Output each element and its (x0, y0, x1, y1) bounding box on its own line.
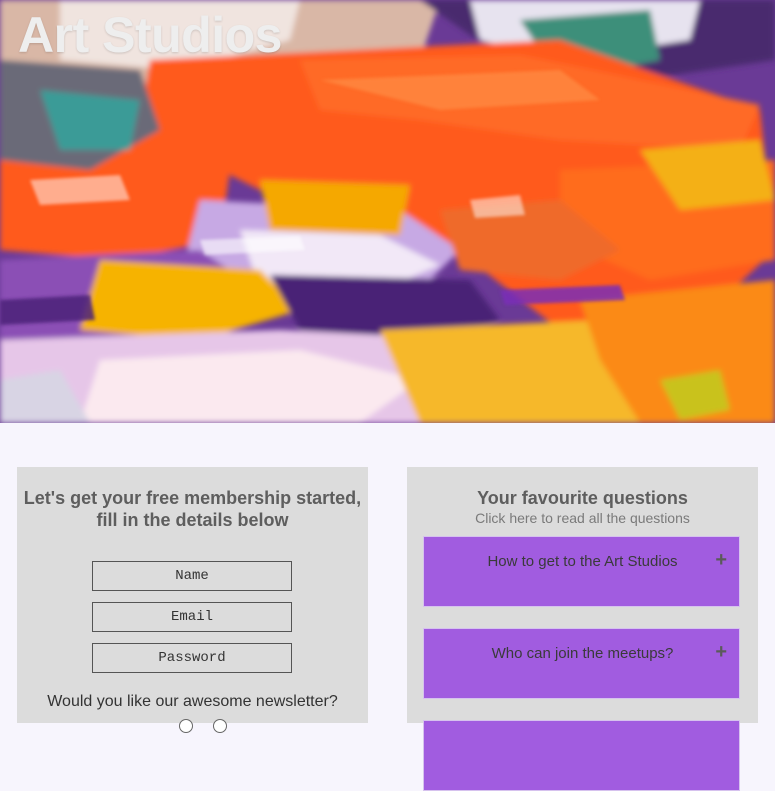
password-input[interactable] (92, 643, 292, 673)
newsletter-question: Would you like our awesome newsletter? (47, 693, 338, 710)
faq-item[interactable] (423, 720, 740, 791)
membership-form-card: Let's get your free membership started, … (17, 467, 368, 733)
newsletter-radio-yes[interactable] (179, 719, 193, 733)
newsletter-radio-no[interactable] (213, 719, 227, 733)
hero-banner: Art Studios (0, 0, 775, 423)
faq-card: Your favourite questions Click here to r… (407, 467, 758, 791)
email-input[interactable] (92, 602, 292, 632)
name-input[interactable] (92, 561, 292, 591)
faq-item[interactable]: Who can join the meetups? + (423, 628, 740, 699)
site-title: Art Studios (18, 7, 282, 63)
newsletter-radio-group (179, 719, 247, 738)
faq-question: Who can join the meetups? (491, 645, 674, 662)
faq-item[interactable]: How to get to the Art Studios + (423, 536, 740, 607)
faq-question: How to get to the Art Studios (487, 553, 678, 570)
faq-subheading-link[interactable]: Click here to read all the questions (407, 509, 758, 527)
faq-heading: Your favourite questions (477, 488, 688, 508)
plus-icon[interactable]: + (715, 642, 727, 662)
membership-heading: Let's get your free membership started, … (23, 488, 362, 530)
plus-icon[interactable]: + (715, 550, 727, 570)
